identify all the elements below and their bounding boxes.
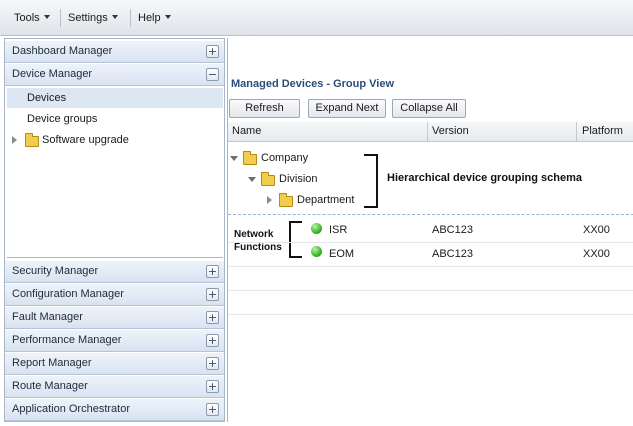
nav-item-label: Devices	[27, 92, 67, 104]
folder-icon	[279, 193, 293, 207]
tree-divider	[228, 214, 633, 215]
menu-separator	[60, 9, 61, 27]
column-divider[interactable]	[576, 122, 577, 142]
device-platform: XX00	[583, 248, 610, 260]
expand-icon[interactable]: +	[206, 357, 219, 370]
menu-help[interactable]: Help	[138, 10, 171, 27]
nav-item-label: Software upgrade	[42, 134, 129, 146]
menu-tools[interactable]: Tools	[14, 10, 50, 27]
chevron-down-icon	[164, 15, 171, 19]
expand-icon[interactable]: +	[206, 288, 219, 301]
section-label: Application Orchestrator	[12, 403, 130, 415]
tree-node-company[interactable]: Company	[230, 151, 350, 167]
menu-help-label: Help	[138, 12, 161, 24]
section-fault-manager[interactable]: Fault Manager +	[5, 307, 224, 329]
status-ok-icon	[311, 246, 322, 257]
section-report-manager[interactable]: Report Manager +	[5, 353, 224, 375]
section-device-manager[interactable]: Device Manager −	[5, 64, 224, 86]
navigation-panel: Dashboard Manager + Device Manager − Dev…	[4, 38, 225, 422]
collapse-arrow-icon[interactable]	[248, 177, 256, 182]
chevron-down-icon	[111, 15, 118, 19]
device-manager-list: Devices Device groups Software upgrade	[7, 88, 223, 258]
expand-icon[interactable]: +	[206, 45, 219, 58]
nav-item-devices[interactable]: Devices	[7, 88, 223, 108]
collapse-icon[interactable]: −	[206, 68, 219, 81]
section-label: Report Manager	[12, 357, 92, 369]
chevron-down-icon	[43, 15, 50, 19]
column-header-version[interactable]: Version	[432, 125, 469, 137]
hierarchy-annotation: Hierarchical device grouping schema	[387, 172, 583, 184]
column-header-platform[interactable]: Platform	[582, 125, 623, 137]
device-version: ABC123	[432, 248, 473, 260]
section-label: Dashboard Manager	[12, 45, 113, 57]
expand-arrow-icon[interactable]	[267, 196, 272, 204]
folder-icon	[261, 172, 275, 186]
section-configuration-manager[interactable]: Configuration Manager +	[5, 284, 224, 306]
nav-item-label: Device groups	[27, 113, 98, 125]
expand-icon[interactable]: +	[206, 403, 219, 416]
menu-settings[interactable]: Settings	[68, 10, 118, 27]
section-label: Device Manager	[12, 68, 93, 80]
menu-separator	[130, 9, 131, 27]
column-divider[interactable]	[427, 122, 428, 142]
section-security-manager[interactable]: Security Manager +	[5, 261, 224, 283]
expand-icon[interactable]: +	[206, 334, 219, 347]
table-row-empty	[228, 291, 633, 315]
section-label: Configuration Manager	[12, 288, 124, 300]
refresh-button[interactable]: Refresh	[229, 99, 300, 118]
table-row-empty	[228, 267, 633, 291]
table-header: Name Version Platform	[228, 122, 633, 142]
device-name: EOM	[329, 248, 355, 260]
tree-node-label: Department	[297, 194, 355, 206]
tree-node-label: Company	[261, 152, 309, 164]
column-header-name[interactable]: Name	[232, 125, 261, 137]
menu-settings-label: Settings	[68, 12, 108, 24]
annotation-bracket	[364, 154, 378, 208]
folder-icon	[25, 133, 39, 147]
collapse-all-button[interactable]: Collapse All	[392, 99, 466, 118]
expand-icon[interactable]: +	[206, 311, 219, 324]
section-route-manager[interactable]: Route Manager +	[5, 376, 224, 398]
section-application-orchestrator[interactable]: Application Orchestrator +	[5, 399, 224, 421]
collapse-arrow-icon[interactable]	[230, 156, 238, 161]
main-content: Managed Devices - Group View Refresh Exp…	[227, 38, 633, 422]
expand-arrow-icon[interactable]	[12, 136, 17, 144]
section-label: Security Manager	[12, 265, 99, 277]
tree-node-division[interactable]: Division	[248, 172, 368, 188]
top-toolbar: Tools Settings Help	[0, 0, 633, 36]
folder-icon	[243, 151, 257, 165]
section-label: Route Manager	[12, 380, 88, 392]
device-platform: XX00	[583, 224, 610, 236]
nav-item-device-groups[interactable]: Device groups	[7, 109, 223, 129]
expand-icon[interactable]: +	[206, 265, 219, 278]
table-row[interactable]: EOM ABC123 XX00	[228, 243, 633, 267]
section-label: Fault Manager	[12, 311, 83, 323]
menu-tools-label: Tools	[14, 12, 40, 24]
expand-next-button[interactable]: Expand Next	[308, 99, 386, 118]
expand-icon[interactable]: +	[206, 380, 219, 393]
section-dashboard-manager[interactable]: Dashboard Manager +	[5, 41, 224, 63]
section-performance-manager[interactable]: Performance Manager +	[5, 330, 224, 352]
page-title: Managed Devices - Group View	[231, 78, 395, 90]
table-row[interactable]: ISR ABC123 XX00	[228, 219, 633, 243]
device-name: ISR	[329, 224, 348, 236]
status-ok-icon	[311, 223, 322, 234]
tree-node-label: Division	[279, 173, 318, 185]
nav-item-software-upgrade[interactable]: Software upgrade	[7, 130, 223, 150]
section-label: Performance Manager	[12, 334, 122, 346]
device-version: ABC123	[432, 224, 473, 236]
